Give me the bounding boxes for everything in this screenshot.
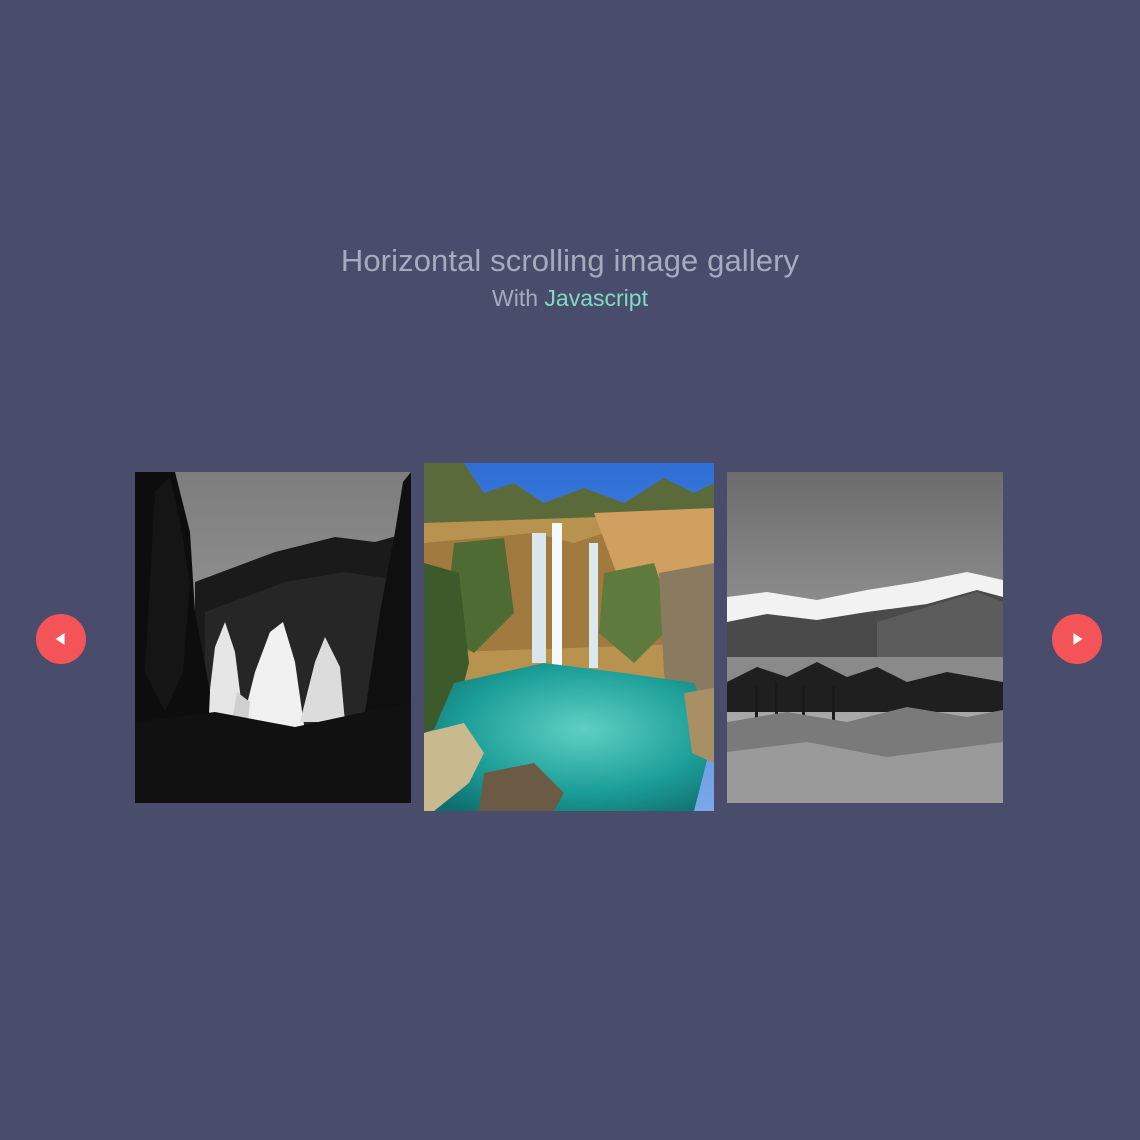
image-gallery xyxy=(0,0,1140,1140)
mountains-image xyxy=(727,472,1003,803)
gallery-image-mountains[interactable] xyxy=(727,472,1003,803)
page: Horizontal scrolling image gallery With … xyxy=(0,0,1140,1140)
next-button[interactable] xyxy=(1052,614,1102,664)
arrow-left-icon xyxy=(55,633,65,645)
arrow-right-icon xyxy=(1073,633,1083,645)
gallery-image-forest[interactable] xyxy=(135,472,411,803)
previous-button[interactable] xyxy=(36,614,86,664)
forest-image xyxy=(135,472,411,803)
gallery-image-waterfall[interactable] xyxy=(424,463,714,811)
waterfall-image xyxy=(424,463,714,811)
